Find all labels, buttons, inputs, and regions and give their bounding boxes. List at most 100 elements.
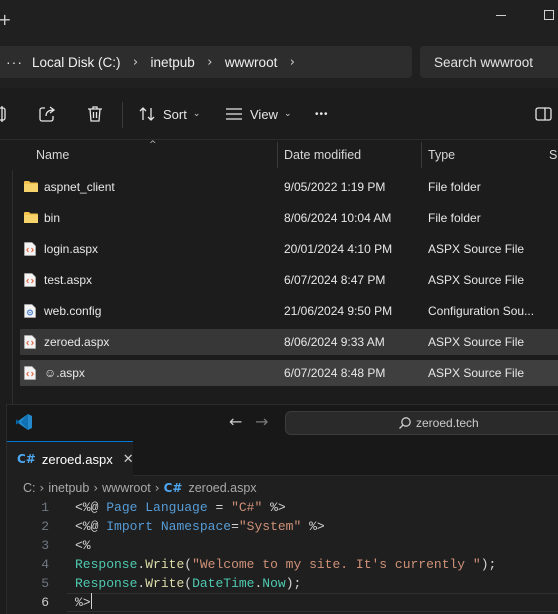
forward-arrow-icon[interactable]: → [255, 414, 268, 430]
code-token: %> [301, 519, 325, 534]
file-type: ASPX Source File [428, 366, 525, 380]
search-input[interactable]: Search wwwroot [420, 46, 558, 78]
chevron-down-icon: ⌄ [283, 109, 292, 119]
file-row[interactable]: login.aspx 20/01/2024 4:10 PM ASPX Source … [20, 236, 558, 262]
editor-breadcrumb: C: › inetpub › wwwroot › C# zeroed.aspx [23, 479, 257, 497]
sort-icon [139, 107, 155, 121]
breadcrumb-inetpub[interactable]: inetpub [151, 55, 195, 70]
details-pane-button[interactable] [535, 88, 552, 140]
command-center-search[interactable]: zeroed.tech [285, 411, 558, 435]
code-line[interactable]: 6 %> [7, 593, 558, 612]
address-overflow-button[interactable]: ··· [0, 54, 32, 70]
command-bar: Sort ⌄ View ⌄ ••• [0, 88, 558, 140]
share-icon [39, 106, 56, 122]
code-token: "C#" [231, 500, 263, 515]
column-header-type[interactable]: Type [420, 140, 455, 170]
more-options-button[interactable]: ••• [315, 88, 329, 140]
minimize-button[interactable] [496, 15, 506, 16]
column-headers: ^ Name Date modified Type Size [0, 140, 558, 170]
breadcrumb-wwwroot[interactable]: wwwroot [102, 481, 151, 495]
toolbar-divider [122, 102, 123, 128]
code-token: Page [106, 500, 138, 515]
sort-button[interactable]: Sort ⌄ [138, 88, 200, 140]
code-token: <%@ [75, 500, 107, 515]
code-text: <% [75, 536, 91, 555]
breadcrumb-inetpub[interactable]: inetpub [48, 481, 89, 495]
share-button[interactable] [38, 88, 56, 140]
line-number: 2 [41, 519, 49, 534]
file-row[interactable]: zeroed.aspx 8/06/2024 9:33 AM ASPX Source … [20, 329, 558, 355]
code-token: = [231, 519, 239, 534]
breadcrumb-file[interactable]: zeroed.aspx [188, 481, 256, 495]
editor-tab-bar: C# zeroed.aspx ✕ [7, 441, 558, 476]
chevron-right-icon[interactable]: › [195, 55, 225, 70]
file-row[interactable]: test.aspx 6/07/2024 8:47 PM ASPX Source Fi… [20, 267, 558, 293]
code-line[interactable]: 5 Response.Write(DateTime.Now); [7, 574, 558, 593]
code-token: ); [285, 576, 302, 591]
chevron-right-icon[interactable]: › [121, 55, 151, 70]
code-editor[interactable]: 1 <%@ Page Language = "C#" %> 2 <%@ Import … [7, 498, 558, 612]
text-cursor [90, 593, 92, 609]
code-token: Namespace [160, 519, 232, 534]
column-header-size[interactable]: Size [541, 140, 558, 170]
close-icon[interactable]: ✕ [123, 452, 134, 467]
chevron-right-icon[interactable]: › [277, 55, 307, 70]
code-token: <% [75, 538, 91, 553]
code-token: = [207, 500, 232, 515]
code-line[interactable]: 2 <%@ Import Namespace="System" %> [7, 517, 558, 536]
code-text: <%@ Import Namespace="System" %> [75, 517, 325, 536]
aspx-file-icon [24, 335, 38, 349]
file-name: bin [44, 211, 61, 225]
new-tab-button[interactable]: + [0, 12, 11, 28]
column-header-name[interactable]: Name [28, 140, 69, 170]
file-date-modified: 6/07/2024 8:47 PM [284, 273, 386, 287]
breadcrumb-drive[interactable]: C: [23, 481, 36, 495]
view-list-icon [226, 108, 242, 120]
code-token: DateTime [192, 576, 255, 591]
code-line[interactable]: 3 <% [7, 536, 558, 555]
line-number: 1 [41, 500, 49, 515]
code-token: ( [184, 576, 193, 591]
delete-button[interactable] [87, 88, 103, 140]
sort-ascending-icon: ^ [149, 140, 157, 150]
trash-icon [88, 106, 102, 122]
title-bar: + [0, 0, 558, 36]
file-type: Configuration Sou... [428, 304, 535, 318]
file-type: File folder [428, 180, 481, 194]
current-line-highlight [67, 593, 558, 612]
code-line[interactable]: 4 Response.Write("Welcome to my site. It'… [7, 555, 558, 574]
command-center-label: zeroed.tech [416, 416, 479, 430]
maximize-button[interactable] [544, 10, 554, 20]
folder-icon [24, 211, 38, 225]
code-line[interactable]: 1 <%@ Page Language = "C#" %> [7, 498, 558, 517]
chevron-down-icon: ⌄ [192, 109, 201, 119]
file-type: File folder [428, 211, 481, 225]
file-row[interactable]: web.config 21/06/2024 9:50 PM Configuratio… [20, 298, 558, 324]
vscode-logo-icon [16, 414, 32, 430]
file-explorer-window: + ··· Local Disk (C:) › inetpub › wwwroo… [0, 0, 558, 404]
tab-label: zeroed.aspx [41, 451, 113, 467]
file-row[interactable]: bin 8/06/2024 10:04 AM File folder [20, 205, 558, 231]
tab-zeroed-aspx[interactable]: C# zeroed.aspx ✕ [7, 441, 134, 476]
file-date-modified: 6/07/2024 8:48 PM [284, 366, 386, 380]
file-date-modified: 9/05/2022 1:19 PM [284, 180, 386, 194]
code-token: ( [184, 557, 193, 572]
file-name: login.aspx [44, 242, 99, 256]
file-type: ASPX Source File [428, 242, 525, 256]
line-number: 6 [41, 595, 49, 610]
breadcrumb-local-disk[interactable]: Local Disk (C:) [32, 55, 121, 70]
file-row[interactable]: ☺.aspx 6/07/2024 8:48 PM ASPX Source File [20, 360, 558, 386]
view-button[interactable]: View ⌄ [225, 88, 292, 140]
code-token: %> [75, 595, 91, 610]
rename-button[interactable] [0, 88, 8, 140]
file-row[interactable]: aspnet_client 9/05/2022 1:19 PM File folde… [20, 174, 558, 200]
back-arrow-icon[interactable]: ← [229, 414, 242, 430]
code-token: Write [145, 576, 185, 591]
breadcrumb-wwwroot[interactable]: wwwroot [225, 55, 278, 70]
column-header-date[interactable]: Date modified [276, 140, 361, 170]
address-bar[interactable]: ··· Local Disk (C:) › inetpub › wwwroot … [0, 46, 412, 78]
chevron-right-icon: › [93, 481, 99, 495]
code-token: "System" [238, 519, 302, 534]
aspx-file-icon [24, 273, 38, 287]
aspx-file-icon [24, 242, 38, 256]
